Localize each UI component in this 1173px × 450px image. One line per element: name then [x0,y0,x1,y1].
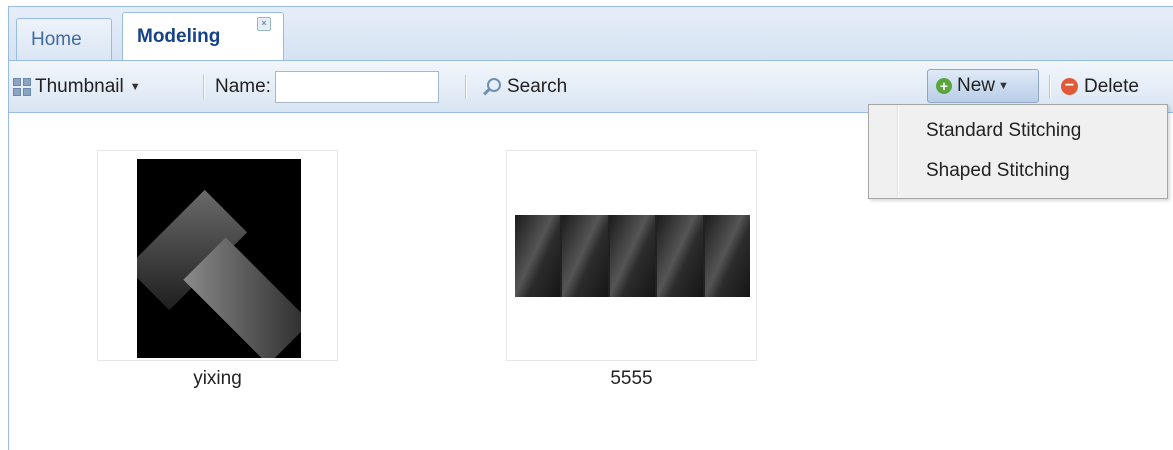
thumbnail-label[interactable]: 5555 [506,368,757,390]
close-icon[interactable]: × [257,17,271,31]
name-label: Name: [215,75,271,97]
new-dropdown-menu: Standard Stitching Shaped Stitching [868,104,1168,199]
toolbar-separator [465,75,467,99]
thumbnail-label[interactable]: yixing [97,368,338,390]
thumbnail-image [515,215,751,297]
tab-modeling[interactable]: Modeling × [122,12,284,60]
modeling-panel: Home Modeling × Thumbnail ▼ Name: Search… [8,6,1173,450]
toolbar-separator [203,75,205,99]
tab-home[interactable]: Home [16,18,112,60]
chevron-down-icon: ▼ [998,80,1009,92]
add-icon: + [936,78,952,94]
thumbnail-icon [13,77,31,96]
tab-home-label: Home [31,28,82,50]
search-label: Search [507,75,568,97]
search-icon [479,76,501,98]
new-button[interactable]: + New ▼ [927,69,1039,103]
menu-item-label: Shaped Stitching [926,160,1070,181]
delete-label: Delete [1084,75,1139,97]
delete-icon: − [1061,78,1078,95]
menu-item-standard-stitching[interactable]: Standard Stitching [869,111,1167,151]
menu-item-shaped-stitching[interactable]: Shaped Stitching [869,151,1167,191]
new-label: New [957,75,996,96]
chevron-down-icon: ▼ [129,80,141,93]
view-mode-button[interactable]: Thumbnail ▼ [13,61,141,112]
thumbnail-card[interactable] [97,150,338,361]
search-button[interactable]: Search [479,61,567,112]
name-filter: Name: [215,61,439,112]
view-mode-label: Thumbnail [35,75,124,97]
toolbar-separator [1049,75,1051,99]
tab-modeling-label: Modeling [137,25,221,47]
menu-item-label: Standard Stitching [926,120,1082,141]
name-input[interactable] [274,70,439,103]
thumbnail-image [137,159,301,358]
thumbnail-card[interactable] [506,150,757,361]
tab-strip: Home Modeling × [9,7,1173,61]
